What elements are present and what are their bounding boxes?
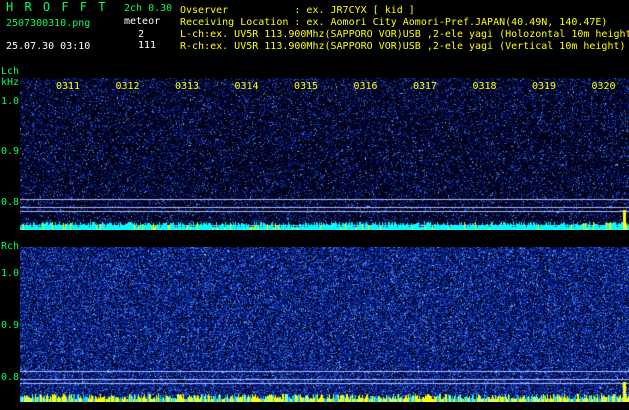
rch-spectrogram: [20, 247, 629, 402]
channel-mode: 2ch 0.30: [124, 3, 173, 14]
l-channel-count: 2: [138, 29, 145, 40]
app-logo: H R O F F T: [6, 0, 108, 14]
lch-ytick-0.8: 0.8: [1, 197, 20, 208]
rch-ytick-0.9: 0.9: [1, 320, 20, 331]
lch-ytick-1.0: 1.0: [1, 96, 20, 107]
unit-label: kHz: [1, 77, 20, 88]
time-tick-0314: 0314: [234, 81, 259, 92]
time-tick-0318: 0318: [472, 81, 497, 92]
time-tick-0317: 0317: [413, 81, 438, 92]
detection-type: meteor: [124, 16, 161, 27]
file-name: 2507300310.png: [6, 18, 91, 29]
lch-setup-line: L-ch:ex. UV5R 113.900Mhz(SAPPORO VOR)USB…: [180, 29, 629, 40]
time-tick-0311: 0311: [56, 81, 81, 92]
lch-ytick-0.9: 0.9: [1, 146, 20, 157]
r-channel-count: 111: [138, 40, 157, 51]
time-tick-0313: 0313: [175, 81, 200, 92]
time-tick-0316: 0316: [353, 81, 378, 92]
date-time: 25.07.30 03:10: [6, 41, 91, 52]
rch-ytick-1.0: 1.0: [1, 268, 20, 279]
observer-line: Ovserver : ex. JR7CYX [ kid ]: [180, 5, 415, 16]
rch-setup-line: R-ch:ex. UV5R 113.900Mhz(SAPPORO VOR)USB…: [180, 41, 626, 52]
location-line: Receiving Location : ex. Aomori City Aom…: [180, 17, 608, 28]
time-tick-0312: 0312: [115, 81, 140, 92]
time-tick-0320: 0320: [591, 81, 616, 92]
rch-label: Rch: [1, 241, 20, 252]
lch-label: Lch: [1, 66, 20, 77]
time-tick-0319: 0319: [532, 81, 557, 92]
time-tick-0315: 0315: [294, 81, 319, 92]
rch-ytick-0.8: 0.8: [1, 372, 20, 383]
lch-spectrogram: [20, 78, 629, 230]
